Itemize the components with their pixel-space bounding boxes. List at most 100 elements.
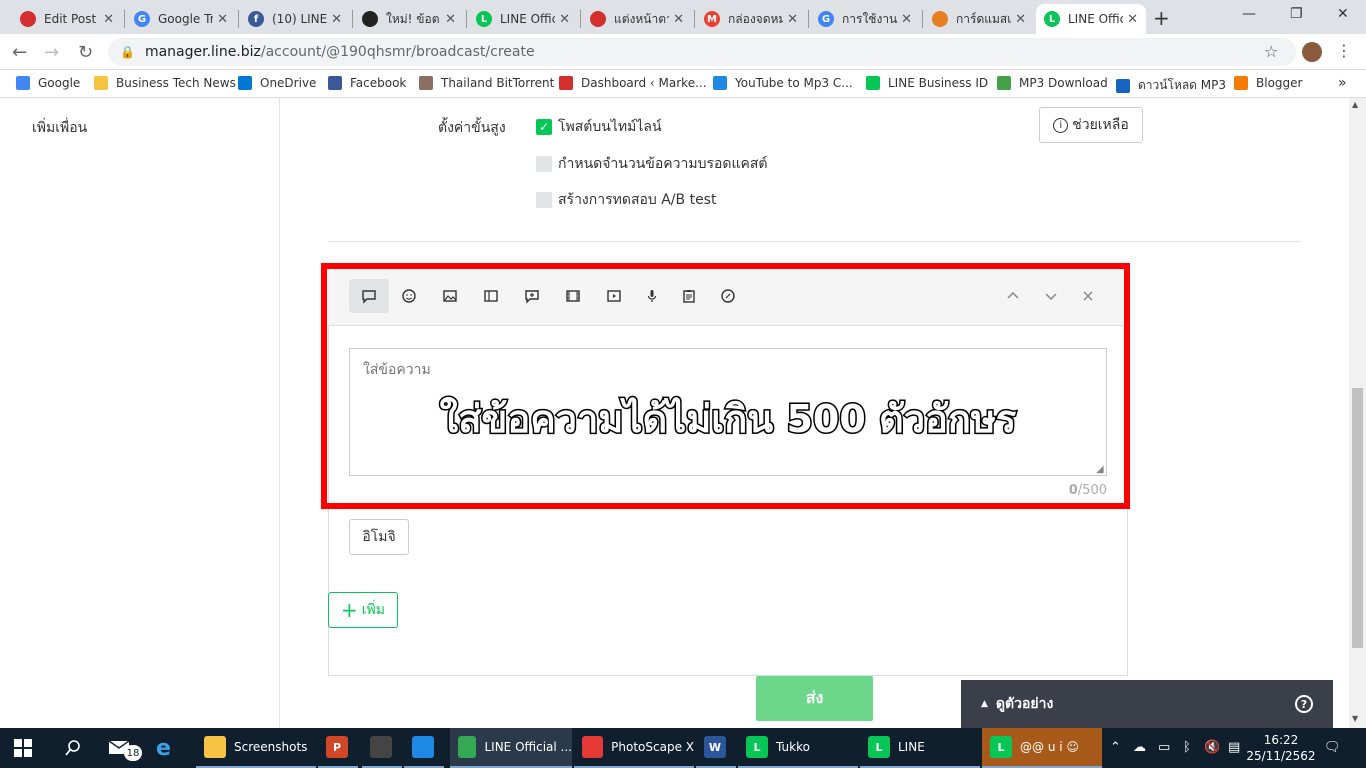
question-icon[interactable]: ? — [1295, 695, 1313, 713]
browser-tab[interactable]: L LINE Offic ✕ — [468, 4, 578, 34]
preview-label: ดูตัวอย่าง — [995, 696, 1054, 712]
powerpoint-icon: P — [326, 736, 348, 758]
network-icon[interactable]: ▤ — [1228, 740, 1240, 755]
option-post-timeline[interactable]: ✓ โพสต์บนไทม์ไลน์ — [536, 116, 662, 138]
checkbox-unchecked-icon[interactable] — [536, 156, 552, 172]
bookmark-item[interactable]: OneDrive — [238, 76, 316, 90]
emoji-button[interactable]: อิโมจิ — [349, 519, 409, 555]
volume-icon[interactable]: 🔇 — [1204, 740, 1220, 755]
taskbar-app[interactable] — [362, 728, 402, 768]
search-icon[interactable] — [64, 728, 82, 768]
bookmark-item[interactable]: Business Tech News — [94, 76, 236, 90]
restore-icon[interactable]: ❐ — [1290, 6, 1303, 22]
help-label: ช่วยเหลือ — [1072, 117, 1129, 133]
battery-icon[interactable]: ▭ — [1158, 740, 1170, 755]
system-clock[interactable]: 16:22 25/11/2562 — [1246, 732, 1316, 764]
cloud-icon — [238, 76, 252, 90]
taskbar-app[interactable]: Screenshots — [196, 728, 316, 768]
url-field[interactable]: 🔒 manager.line.biz/account/@190qhsmr/bro… — [108, 38, 1296, 66]
option-label: โพสต์บนไทม์ไลน์ — [558, 119, 662, 135]
download-icon — [713, 76, 727, 90]
help-button[interactable]: i ช่วยเหลือ — [1039, 107, 1143, 143]
taskbar-app[interactable]: W — [696, 728, 736, 768]
translate-icon: G — [134, 11, 150, 27]
windows-start-icon[interactable] — [14, 728, 32, 768]
tab-close-icon[interactable]: ✕ — [331, 12, 342, 27]
scrollbar-thumb[interactable] — [1352, 388, 1363, 648]
browser-tab[interactable]: M กล่องจดหม ✕ — [696, 4, 806, 34]
bookmark-item[interactable]: YouTube to Mp3 C... — [713, 76, 853, 90]
minimize-icon[interactable]: — — [1242, 6, 1256, 22]
bookmarks-bar: » Google Business Tech News OneDrive Facebo… — [0, 70, 1366, 98]
bookmark-item[interactable]: ดาวน์โหลด MP3 — [1116, 76, 1226, 95]
tab-title: แต่งหน้าตา — [614, 11, 670, 26]
checkbox-checked-icon[interactable]: ✓ — [536, 119, 552, 135]
back-icon[interactable]: ← — [12, 42, 27, 63]
browser-tab[interactable]: แต่งหน้าตา ✕ — [582, 4, 692, 34]
browser-tab[interactable]: ใหม่! ข้อต ✕ — [354, 4, 464, 34]
browser-tab-bar: + — ❐ ✕ Edit Post ✕ G Google Tr ✕ f (10) LINE ✕… — [0, 0, 1366, 34]
profile-avatar[interactable] — [1302, 42, 1322, 62]
taskbar-app[interactable]: L Tukko — [738, 728, 858, 768]
taskbar-app[interactable] — [404, 728, 444, 768]
info-icon: i — [1053, 117, 1069, 133]
preview-panel-header[interactable]: ▲ ดูตัวอย่าง ? — [961, 680, 1333, 728]
facebook-icon — [328, 76, 342, 90]
browser-tab[interactable]: G การใช้งาน ✕ — [810, 4, 920, 34]
page-content: เพิ่มเพื่อน ตั้งค่าขั้นสูง ✓ โพสต์บนไทม์… — [0, 98, 1366, 728]
mail-icon[interactable]: 18 — [108, 728, 142, 768]
tab-close-icon[interactable]: ✕ — [1127, 12, 1138, 27]
option-ab-test[interactable]: สร้างการทดสอบ A/B test — [536, 189, 716, 211]
word-icon: W — [704, 736, 726, 758]
browser-menu-icon[interactable]: ⋮ — [1336, 41, 1352, 60]
bookmarks-overflow-icon[interactable]: » — [1338, 75, 1347, 91]
scroll-down-icon[interactable]: ▼ — [1352, 714, 1358, 723]
option-broadcast-limit[interactable]: กำหนดจำนวนข้อความบรอดแคสต์ — [536, 153, 768, 175]
taskbar-app[interactable]: LINE Official ... — [450, 728, 572, 768]
tab-close-icon[interactable]: ✕ — [1015, 12, 1026, 27]
tab-close-icon[interactable]: ✕ — [787, 12, 798, 27]
checkbox-unchecked-icon[interactable] — [536, 192, 552, 208]
tab-separator — [466, 10, 467, 28]
onedrive-icon[interactable]: ☁ — [1133, 740, 1146, 755]
taskbar-app[interactable]: P — [318, 728, 358, 768]
edge-icon[interactable]: e — [156, 728, 171, 768]
tab-close-icon[interactable]: ✕ — [673, 12, 684, 27]
send-button[interactable]: ส่ง — [756, 676, 873, 721]
bookmark-item[interactable]: Blogger — [1234, 76, 1302, 90]
tray-expand-icon[interactable]: ⌃ — [1110, 740, 1121, 755]
tab-close-icon[interactable]: ✕ — [445, 12, 456, 27]
browser-tab[interactable]: f (10) LINE ✕ — [240, 4, 350, 34]
taskbar-app-label: @@ u i ☺ — [1020, 740, 1079, 754]
taskbar-app[interactable]: L LINE — [860, 728, 980, 768]
taskbar-app[interactable]: L @@ u i ☺ — [982, 728, 1102, 768]
bookmark-item[interactable]: Thailand BitTorrent — [419, 76, 554, 90]
tab-separator — [238, 10, 239, 28]
add-message-button[interactable]: + เพิ่ม — [328, 592, 398, 628]
browser-tab[interactable]: G Google Tr ✕ — [126, 4, 236, 34]
new-tab-button[interactable]: + — [1153, 6, 1170, 30]
bookmark-item[interactable]: LINE Business ID — [866, 76, 988, 90]
bookmark-item[interactable]: Dashboard ‹ Marke... — [559, 76, 707, 90]
browser-tab[interactable]: L LINE Offic ✕ — [1036, 4, 1146, 34]
bookmark-item[interactable]: MP3 Download — [997, 76, 1108, 90]
close-window-icon[interactable]: ✕ — [1337, 6, 1349, 22]
notification-icon[interactable]: 🗨 — [1324, 740, 1341, 755]
taskbar-app[interactable]: PhotoScape X — [574, 728, 694, 768]
bookmark-item[interactable]: Facebook — [328, 76, 406, 90]
tab-close-icon[interactable]: ✕ — [103, 12, 114, 27]
forward-icon[interactable]: → — [44, 42, 59, 63]
tab-close-icon[interactable]: ✕ — [559, 12, 570, 27]
browser-tab[interactable]: การ์ดแมสเ ✕ — [924, 4, 1034, 34]
browser-tab[interactable]: Edit Post ✕ — [12, 4, 122, 34]
clock-date: 25/11/2562 — [1246, 749, 1316, 763]
sidebar-item-add-friends[interactable]: เพิ่มเพื่อน — [32, 117, 87, 139]
tab-close-icon[interactable]: ✕ — [217, 12, 228, 27]
bookmark-star-icon[interactable]: ☆ — [1264, 42, 1278, 61]
tab-separator — [808, 10, 809, 28]
bookmark-item[interactable]: Google — [16, 76, 80, 90]
bluetooth-icon[interactable]: ᛒ — [1183, 740, 1191, 755]
scroll-up-icon[interactable]: ▲ — [1352, 100, 1358, 109]
reload-icon[interactable]: ↻ — [78, 42, 93, 63]
tab-close-icon[interactable]: ✕ — [901, 12, 912, 27]
